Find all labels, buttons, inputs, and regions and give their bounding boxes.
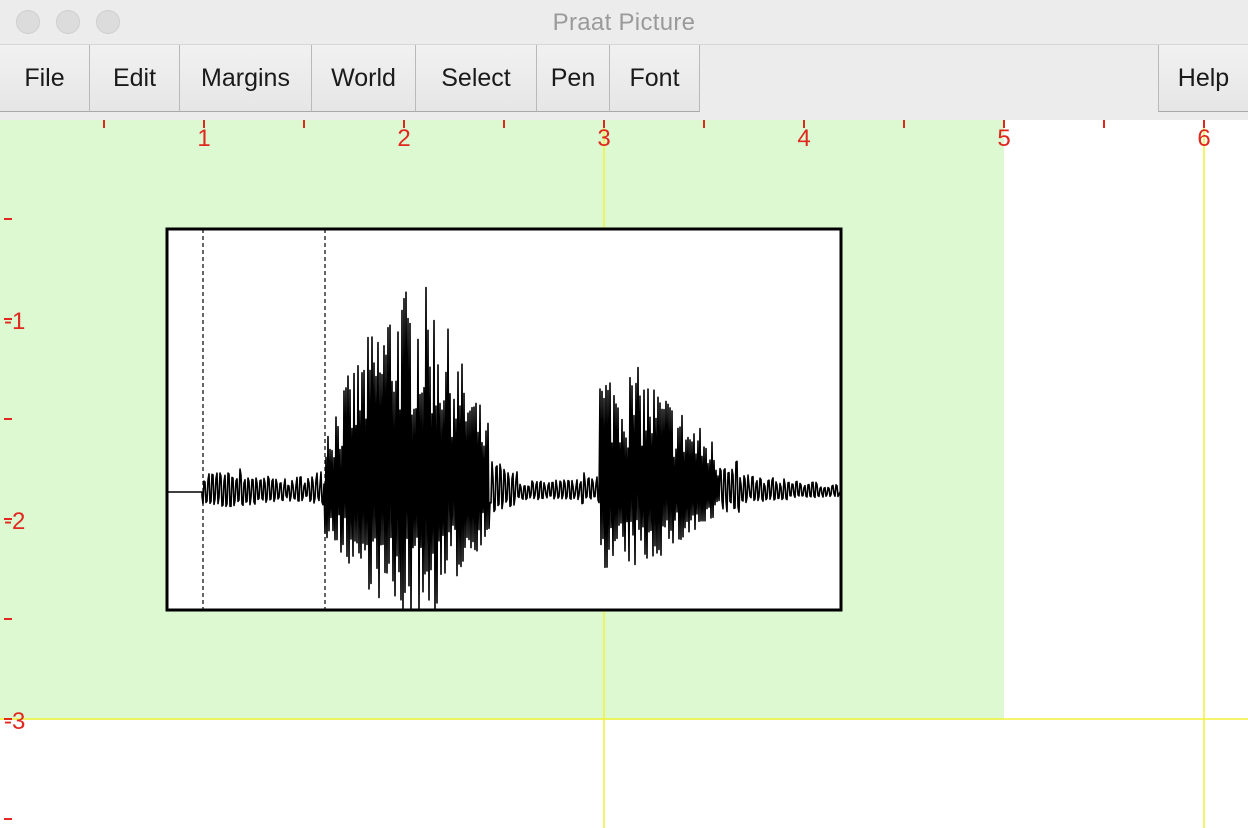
left-ruler-label: -1 xyxy=(4,308,25,335)
top-ruler-label: 4 xyxy=(797,125,810,152)
file-menu[interactable]: File xyxy=(0,45,90,112)
title-bar: Praat Picture xyxy=(0,0,1248,44)
top-ruler-label: 6 xyxy=(1197,125,1210,152)
pen-menu[interactable]: Pen xyxy=(537,45,610,112)
top-ruler-label: 5 xyxy=(997,125,1010,152)
margins-menu[interactable]: Margins xyxy=(180,45,312,112)
praat-picture-window: Praat Picture File Edit Margins World Se… xyxy=(0,0,1248,828)
menu-bar: File Edit Margins World Select Pen Font … xyxy=(0,44,1248,120)
top-ruler-label: 3 xyxy=(597,125,610,152)
left-ruler-label: -2 xyxy=(4,508,25,535)
font-menu[interactable]: Font xyxy=(610,45,700,112)
top-ruler-label: 1 xyxy=(197,125,210,152)
help-menu[interactable]: Help xyxy=(1158,45,1248,112)
picture-canvas[interactable]: 1 2 3 4 5 6 -1 -2 -3 xyxy=(0,120,1248,828)
edit-menu[interactable]: Edit xyxy=(90,45,180,112)
picture-background xyxy=(167,229,841,610)
left-ruler-label: -3 xyxy=(4,708,25,735)
top-ruler-label: 2 xyxy=(397,125,410,152)
select-menu[interactable]: Select xyxy=(416,45,537,112)
window-title: Praat Picture xyxy=(552,9,696,36)
world-menu[interactable]: World xyxy=(312,45,416,112)
